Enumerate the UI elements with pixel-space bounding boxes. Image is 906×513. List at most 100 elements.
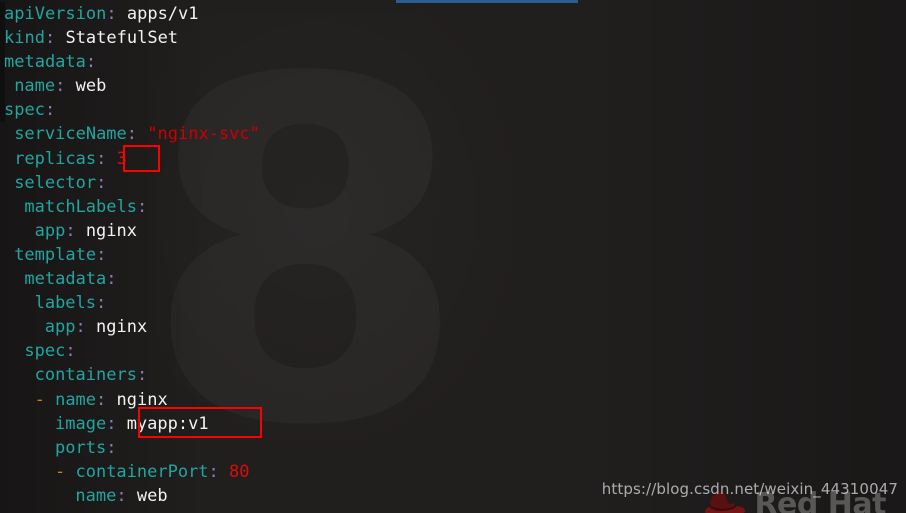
code-line: metadata:: [0, 50, 906, 75]
yaml-key: containers: [34, 365, 137, 386]
yaml-sequence-dash: -: [34, 389, 56, 410]
yaml-key: selector: [14, 172, 97, 193]
yaml-sequence-dash: -: [55, 461, 76, 482]
yaml-space: [55, 28, 65, 48]
yaml-key: serviceName: [14, 124, 127, 145]
yaml-key: template: [14, 244, 97, 265]
yaml-key: labels: [34, 293, 97, 314]
code-line-content: name: web: [4, 76, 106, 96]
yaml-colon: :: [126, 124, 138, 145]
code-line: matchLabels:: [0, 195, 906, 219]
code-line: app: nginx: [0, 219, 906, 243]
yaml-space: [137, 124, 147, 144]
code-line: spec:: [0, 339, 906, 363]
code-line: kind: StatefulSet: [0, 26, 906, 51]
yaml-space: [117, 4, 127, 24]
yaml-key: containerPort: [75, 461, 209, 482]
yaml-value: apps/v1: [126, 4, 199, 24]
code-line-content: app: nginx: [4, 221, 137, 241]
yaml-value: StatefulSet: [65, 28, 179, 49]
yaml-value: web: [75, 76, 107, 97]
code-line: spec:: [0, 98, 906, 123]
yaml-value: nginx: [116, 389, 168, 410]
yaml-colon: :: [96, 148, 107, 169]
code-line-content: apiVersion: apps/v1: [4, 4, 199, 24]
code-line-content: serviceName: "nginx-svc": [4, 124, 260, 144]
yaml-key: name: [55, 389, 97, 410]
yaml-value: 3: [116, 148, 127, 169]
code-line-content: spec:: [4, 100, 55, 120]
yaml-key: app: [34, 220, 66, 241]
yaml-colon: :: [85, 52, 97, 73]
yaml-key: image: [55, 413, 107, 434]
yaml-key: kind: [4, 28, 45, 49]
code-line: - name: nginx: [0, 388, 906, 412]
yaml-space: [76, 221, 86, 241]
code-gutter-stripe: [0, 2, 5, 27]
yaml-value: 80: [229, 461, 250, 482]
yaml-value: "nginx-svc": [147, 124, 260, 145]
yaml-key: metadata: [24, 269, 107, 290]
yaml-colon: :: [44, 100, 56, 121]
yaml-colon: :: [208, 461, 219, 482]
code-line: replicas: 3: [0, 147, 906, 171]
yaml-colon: :: [65, 220, 76, 241]
code-line-content: app: nginx: [4, 317, 147, 337]
yaml-key: spec: [4, 100, 45, 121]
code-line: metadata:: [0, 267, 906, 291]
yaml-key: replicas: [14, 148, 97, 169]
code-line-content: ports:: [4, 438, 116, 458]
code-line-content: labels:: [4, 293, 107, 314]
code-line-content: name: web: [4, 485, 168, 506]
code-line: name: web: [0, 74, 906, 99]
code-line-content: template:: [4, 245, 106, 265]
code-line-content: - name: nginx: [4, 390, 168, 410]
yaml-key: spec: [24, 341, 66, 362]
yaml-space: [106, 149, 116, 169]
yaml-space: [127, 486, 137, 506]
yaml-colon: :: [96, 244, 107, 265]
yaml-colon: :: [65, 341, 76, 362]
code-line-content: containers:: [4, 365, 148, 386]
code-line: template:: [0, 243, 906, 267]
code-line-content: - containerPort: 80: [4, 462, 250, 482]
code-line: apiVersion: apps/v1: [0, 2, 906, 27]
code-gutter-stripe: [0, 26, 5, 51]
code-line-content: replicas: 3: [4, 149, 127, 169]
yaml-key: apiVersion: [4, 4, 107, 24]
yaml-colon: :: [136, 365, 148, 386]
yaml-key: matchLabels: [24, 196, 137, 217]
code-line: ports:: [0, 436, 906, 460]
code-line: containers:: [0, 363, 906, 387]
watermark-url: https://blog.csdn.net/weixin_44310047: [601, 480, 898, 498]
code-line-content: metadata:: [4, 269, 117, 290]
yaml-colon: :: [75, 317, 86, 338]
code-line-content: selector:: [4, 173, 106, 193]
yaml-colon: :: [96, 172, 107, 193]
yaml-space: [106, 390, 116, 410]
code-line: serviceName: "nginx-svc": [0, 122, 906, 146]
yaml-key: ports: [55, 437, 107, 458]
yaml-colon: :: [106, 269, 117, 290]
code-line: image: myapp:v1: [0, 412, 906, 436]
code-line-content: metadata:: [4, 52, 96, 72]
yaml-key: metadata: [4, 52, 86, 73]
yaml-value: web: [136, 485, 168, 506]
code-line: app: nginx: [0, 315, 906, 339]
yaml-colon: :: [96, 293, 107, 314]
yaml-colon: :: [106, 4, 117, 24]
yaml-colon: :: [106, 413, 117, 434]
yaml-code-area[interactable]: apiVersion: apps/v1 kind: StatefulSet meta…: [0, 0, 906, 508]
code-line-content: matchLabels:: [4, 197, 147, 217]
yaml-key: name: [75, 485, 117, 506]
terminal-window: 8 apiVersion: apps/v1kind: StatefulSetme…: [0, 0, 906, 513]
yaml-colon: :: [55, 76, 66, 97]
yaml-colon: :: [136, 196, 148, 217]
yaml-colon: :: [96, 389, 107, 410]
yaml-colon: :: [106, 437, 117, 458]
code-line: selector:: [0, 171, 906, 195]
yaml-value: nginx: [96, 317, 148, 338]
code-gutter-stripe: [0, 50, 5, 75]
code-gutter-stripe: [0, 74, 5, 99]
yaml-key: app: [44, 317, 76, 338]
